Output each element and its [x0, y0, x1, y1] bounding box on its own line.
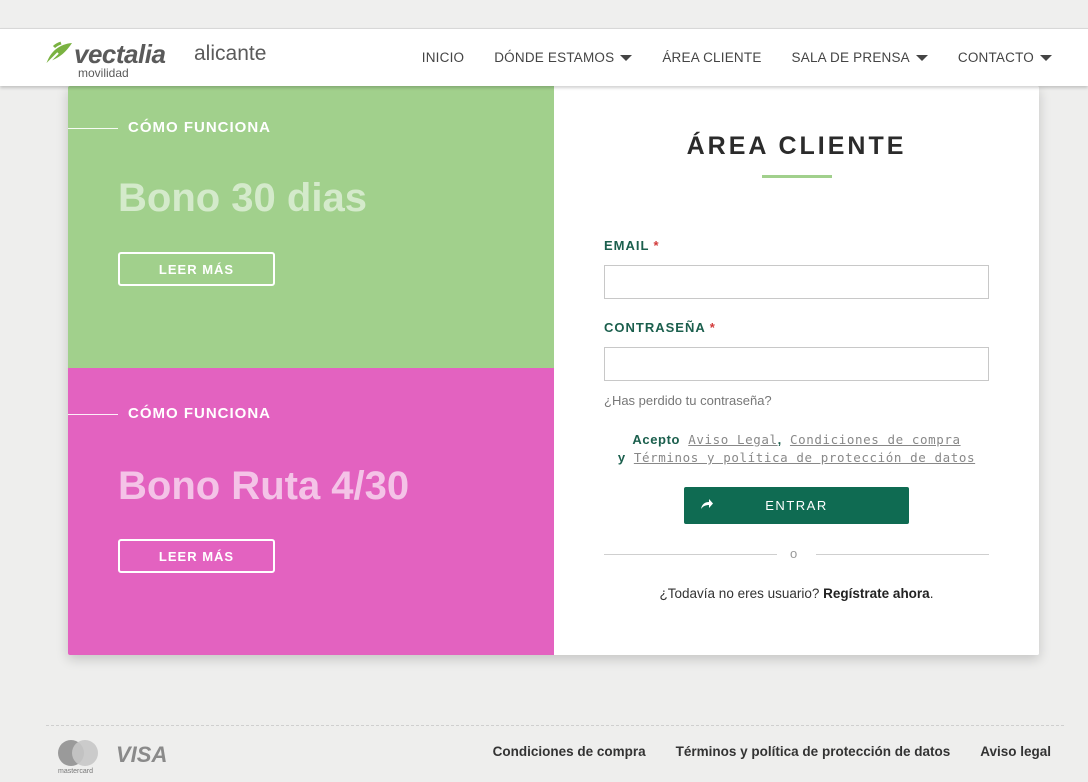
register-end: . [929, 586, 934, 601]
promo-kicker: CÓMO FUNCIONA [128, 119, 271, 136]
vectalia-logo[interactable]: vectalia alicante movilidad [44, 39, 284, 80]
register-text: ¿Todavía no eres usuario? [659, 586, 820, 601]
caret-down-icon [620, 55, 633, 61]
condiciones-compra-link[interactable]: Condiciones de compra [790, 432, 961, 447]
promo-title: Bono 30 dias [118, 176, 367, 220]
promo-kicker: CÓMO FUNCIONA [128, 405, 271, 422]
leer-mas-button[interactable]: LEER MÁS [118, 539, 275, 573]
nav-item-donde-estamos[interactable]: DÓNDE ESTAMOS [494, 49, 633, 65]
footer-link-aviso-legal[interactable]: Aviso legal [980, 744, 1051, 759]
kicker-line [68, 414, 118, 415]
terms-acceptance: Acepto Aviso Legal, Condiciones de compr… [604, 431, 989, 467]
browser-top-strip [0, 0, 1088, 28]
share-arrow-icon [701, 499, 713, 509]
required-mark: * [653, 238, 660, 253]
nav-item-area-cliente[interactable]: ÁREA CLIENTE [662, 50, 761, 65]
terminos-privacidad-link[interactable]: Términos y política de protección de dat… [634, 450, 975, 465]
footer-link-terminos[interactable]: Términos y política de protección de dat… [676, 744, 951, 759]
footer-links: Condiciones de compra Términos y polític… [463, 744, 1051, 759]
email-label-text: EMAIL [604, 238, 650, 253]
logo-city: alicante [194, 42, 267, 65]
required-mark: * [709, 320, 716, 335]
title-underline [762, 175, 832, 178]
caret-down-icon [915, 55, 928, 61]
nav-item-contacto[interactable]: CONTACTO [958, 50, 1052, 65]
promo-bono-30-dias: CÓMO FUNCIONA Bono 30 dias LEER MÁS [68, 86, 554, 368]
password-label: CONTRASEÑA * [604, 320, 716, 335]
password-label-text: CONTRASEÑA [604, 320, 706, 335]
accept-prefix: Acepto [632, 432, 681, 447]
aviso-legal-link[interactable]: Aviso Legal [688, 432, 777, 447]
nav-item-label: ÁREA CLIENTE [662, 49, 762, 65]
leaf-logo-icon [45, 41, 72, 66]
register-link[interactable]: Regístrate ahora [823, 586, 930, 601]
and-word: y [617, 450, 626, 465]
visa-logo: VISA [116, 742, 168, 767]
promo-title: Bono Ruta 4/30 [118, 464, 410, 508]
forgot-password-link[interactable]: ¿Has perdido tu contraseña? [604, 393, 772, 408]
nav-item-label: SALA DE PRENSA [791, 49, 910, 65]
caret-down-icon [1040, 55, 1052, 61]
login-title: ÁREA CLIENTE [686, 132, 907, 160]
footer-separator [46, 725, 1064, 726]
main-nav: INICIO DÓNDE ESTAMOS ÁREA CLIENTE SALA D… [392, 29, 1052, 85]
logo-subtitle: movilidad [78, 66, 129, 80]
login-panel: ÁREA CLIENTE EMAIL * CONTRASEÑA * ¿Has per… [554, 86, 1039, 655]
email-field[interactable] [604, 265, 989, 299]
promo-bono-ruta: CÓMO FUNCIONA Bono Ruta 4/30 LEER MÁS [68, 368, 554, 655]
nav-item-label: INICIO [421, 49, 465, 65]
mastercard-icon: mastercard [58, 740, 98, 775]
nav-item-label: CONTACTO [957, 49, 1034, 65]
password-field[interactable] [604, 347, 989, 381]
leer-mas-button[interactable]: LEER MÁS [118, 252, 275, 286]
mastercard-logo: mastercard [56, 738, 102, 778]
nav-item-inicio[interactable]: INICIO [422, 50, 464, 65]
site-header: vectalia alicante movilidad INICIO DÓNDE… [0, 28, 1088, 86]
divider-left [604, 554, 777, 555]
mastercard-label: mastercard [58, 768, 93, 775]
kicker-line [68, 128, 118, 129]
comma: , [777, 432, 782, 447]
divider-or: o [790, 546, 798, 561]
nav-item-label: DÓNDE ESTAMOS [494, 49, 615, 65]
nav-item-sala-de-prensa[interactable]: SALA DE PRENSA [792, 50, 928, 65]
footer-link-condiciones[interactable]: Condiciones de compra [493, 744, 646, 759]
register-prompt: ¿Todavía no eres usuario? Regístrate aho… [554, 586, 1039, 601]
email-label: EMAIL * [604, 238, 660, 253]
main-card: CÓMO FUNCIONA Bono 30 dias LEER MÁS CÓMO… [68, 86, 1039, 655]
enter-button-label: ENTRAR [765, 498, 828, 513]
divider-right [816, 554, 989, 555]
enter-button[interactable]: ENTRAR [684, 487, 909, 524]
